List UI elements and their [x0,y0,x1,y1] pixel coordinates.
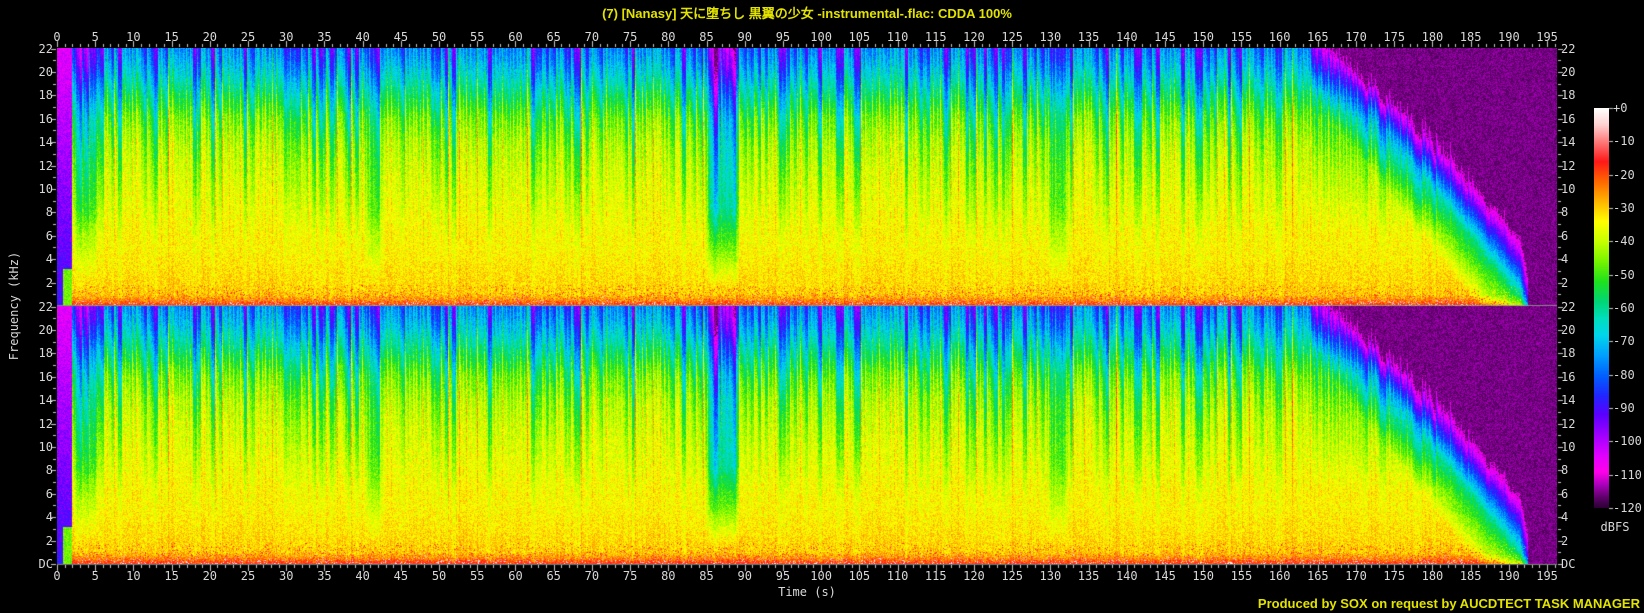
db-tick-label: -80 [1613,368,1644,382]
freq-tick-label: 20 [1561,65,1603,79]
freq-tick-label: 18 [1561,88,1603,102]
freq-tick-label: 8 [11,463,53,477]
sox-spectrogram-window: (7) [Nanasy] 天に堕ちし 黒翼の少女 -instrumental-.… [0,0,1644,613]
freq-tick-label: 22 [1561,300,1603,314]
freq-tick-label: 14 [11,393,53,407]
freq-tick-label: 16 [11,112,53,126]
freq-tick-label: 6 [1561,229,1603,243]
freq-tick-label: 16 [1561,370,1603,384]
freq-tick-label: 18 [11,88,53,102]
freq-tick-label: 8 [1561,205,1603,219]
spectrogram-right-channel [57,306,1557,564]
freq-tick-label: 12 [11,159,53,173]
db-tick-label: -40 [1613,234,1644,248]
freq-tick-label: 4 [11,252,53,266]
credit-text: Produced by SOX on request by AUCDTECT T… [1258,596,1640,611]
freq-tick-label: 18 [11,346,53,360]
freq-tick-label: 12 [11,417,53,431]
freq-tick-label: 22 [11,42,53,56]
page-title: (7) [Nanasy] 天に堕ちし 黒翼の少女 -instrumental-.… [57,3,1557,22]
freq-tick-label-dc: DC [11,557,53,571]
freq-tick-label: 6 [1561,487,1603,501]
db-tick-label: -120 [1613,501,1644,515]
freq-tick-label: 4 [11,510,53,524]
freq-tick-label: 22 [11,300,53,314]
freq-tick-label: 20 [11,65,53,79]
db-tick-label: -60 [1613,301,1644,315]
freq-tick-label: 6 [11,229,53,243]
spectrogram-left-channel [57,48,1557,306]
db-tick-label: -10 [1613,134,1644,148]
time-tick-label: 195 [1525,569,1569,583]
freq-tick-label: 12 [1561,159,1603,173]
freq-tick-label: 16 [1561,112,1603,126]
freq-tick-label: 14 [11,135,53,149]
freq-tick-label: 12 [1561,417,1603,431]
db-tick-label: -90 [1613,401,1644,415]
db-tick-label: -20 [1613,168,1644,182]
freq-tick-label-dc: DC [1561,557,1603,571]
freq-tick-label: 6 [11,487,53,501]
freq-tick-label: 20 [11,323,53,337]
db-tick-label: -100 [1613,434,1644,448]
freq-tick-label: 22 [1561,42,1603,56]
freq-tick-label: 4 [1561,252,1603,266]
freq-tick-label: 2 [11,276,53,290]
freq-tick-label: 16 [11,370,53,384]
freq-tick-label: 8 [1561,463,1603,477]
db-tick-label: +0 [1613,101,1644,115]
db-tick-label: -50 [1613,268,1644,282]
freq-tick-label: 8 [11,205,53,219]
colorbar-unit-label: dBFS [1592,520,1638,534]
freq-tick-label: 10 [11,182,53,196]
freq-tick-label: 14 [1561,135,1603,149]
freq-tick-label: 20 [1561,323,1603,337]
db-tick-label: -30 [1613,201,1644,215]
db-tick-label: -110 [1613,468,1644,482]
freq-tick-label: 2 [1561,534,1603,548]
freq-tick-label: 10 [11,440,53,454]
freq-tick-label: 2 [11,534,53,548]
db-tick-label: -70 [1613,334,1644,348]
freq-tick-label: 10 [1561,182,1603,196]
freq-tick-label: 10 [1561,440,1603,454]
freq-tick-label: 18 [1561,346,1603,360]
freq-tick-label: 14 [1561,393,1603,407]
freq-tick-label: 2 [1561,276,1603,290]
